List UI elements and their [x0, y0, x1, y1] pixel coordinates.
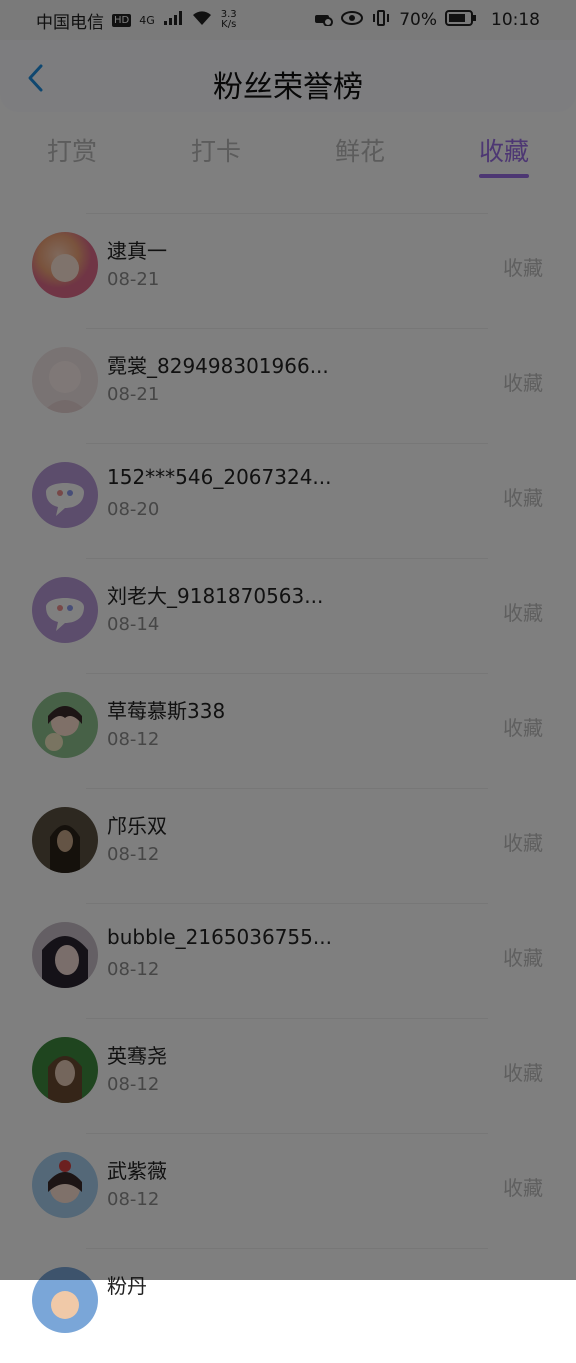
modal-dim-overlay[interactable] [0, 0, 576, 1280]
